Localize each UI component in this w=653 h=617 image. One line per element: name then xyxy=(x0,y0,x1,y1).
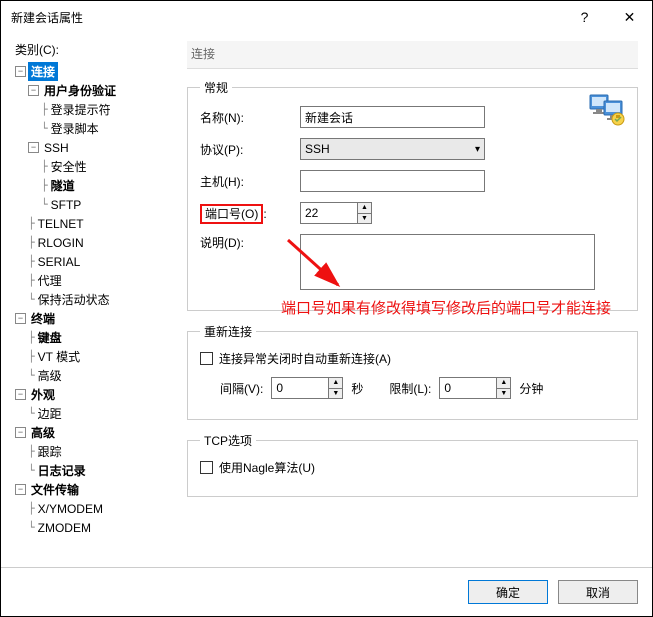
label-sec: 秒 xyxy=(351,380,363,397)
category-label: 类别(C): xyxy=(15,41,171,58)
tree-log[interactable]: 日志记录 xyxy=(35,461,89,480)
cancel-button[interactable]: 取消 xyxy=(558,580,638,604)
tree-trace[interactable]: 跟踪 xyxy=(35,442,65,461)
panel-title: 连接 xyxy=(187,41,638,69)
tree-login-prompt[interactable]: 登录提示符 xyxy=(48,100,114,119)
tree-toggle[interactable]: − xyxy=(28,142,39,153)
nagle-label: 使用Nagle算法(U) xyxy=(219,459,315,476)
tree-toggle[interactable]: − xyxy=(15,484,26,495)
label-port: 端口号(O): xyxy=(200,205,300,222)
tree-sftp[interactable]: SFTP xyxy=(48,197,85,213)
label-host: 主机(H): xyxy=(200,173,300,190)
tree-keyboard[interactable]: 键盘 xyxy=(35,328,65,347)
tree-keepalive[interactable]: 保持活动状态 xyxy=(35,290,113,309)
label-limit: 限制(L): xyxy=(389,380,431,397)
tree-zmodem[interactable]: ZMODEM xyxy=(35,520,94,536)
spin-down-icon[interactable]: ▼ xyxy=(329,389,342,399)
group-reconnect: 重新连接 连接异常关闭时自动重新连接(A) 间隔(V): ▲▼ 秒 限制(L):… xyxy=(187,323,638,420)
limit-input[interactable] xyxy=(440,378,496,398)
label-min: 分钟 xyxy=(519,380,543,397)
tree-terminal[interactable]: 终端 xyxy=(28,309,58,328)
label-desc: 说明(D): xyxy=(200,234,300,251)
category-pane: 类别(C): −连接 −用户身份验证 ├登录提示符 └登录脚本 −SSH ├安全… xyxy=(1,33,181,563)
close-button[interactable]: ✕ xyxy=(607,1,652,33)
tree-margin[interactable]: 边距 xyxy=(35,404,65,423)
tree-telnet[interactable]: TELNET xyxy=(35,216,87,232)
label-protocol: 协议(P): xyxy=(200,141,300,158)
tree-toggle[interactable]: − xyxy=(15,427,26,438)
window-title: 新建会话属性 xyxy=(11,9,562,26)
tree-login-script[interactable]: 登录脚本 xyxy=(48,119,102,138)
tree-advanced[interactable]: 高级 xyxy=(35,366,65,385)
host-input[interactable] xyxy=(300,170,485,192)
protocol-value: SSH xyxy=(305,142,330,156)
spin-down-icon[interactable]: ▼ xyxy=(358,214,371,224)
group-tcp: TCP选项 使用Nagle算法(U) xyxy=(187,432,638,497)
settings-pane: 连接 常规 名称(N): 协议(P) xyxy=(181,33,652,563)
group-general: 常规 名称(N): 协议(P): SSH ▾ 主机(H): 端口号(O): xyxy=(187,79,638,311)
spin-down-icon[interactable]: ▼ xyxy=(497,389,510,399)
tree-toggle[interactable]: − xyxy=(15,66,26,77)
tree-auth[interactable]: 用户身份验证 xyxy=(41,81,119,100)
nagle-checkbox[interactable] xyxy=(200,461,213,474)
spin-up-icon[interactable]: ▲ xyxy=(329,378,342,389)
label-name: 名称(N): xyxy=(200,109,300,126)
tree-ssh[interactable]: SSH xyxy=(41,140,72,156)
button-bar: 确定 取消 xyxy=(468,580,638,604)
limit-spinner[interactable]: ▲▼ xyxy=(439,377,511,399)
protocol-select[interactable]: SSH ▾ xyxy=(300,138,485,160)
tree-security[interactable]: 安全性 xyxy=(48,157,90,176)
legend-general: 常规 xyxy=(200,79,232,96)
tree-filetransfer[interactable]: 文件传输 xyxy=(28,480,82,499)
reconnect-label: 连接异常关闭时自动重新连接(A) xyxy=(219,350,391,367)
chevron-down-icon: ▾ xyxy=(475,144,484,155)
tree-serial[interactable]: SERIAL xyxy=(35,254,84,270)
tree-toggle[interactable]: − xyxy=(28,85,39,96)
tree-connection[interactable]: 连接 xyxy=(28,62,58,81)
port-input[interactable] xyxy=(301,203,357,223)
tree-rlogin[interactable]: RLOGIN xyxy=(35,235,87,251)
titlebar: 新建会话属性 ? ✕ xyxy=(1,1,652,33)
name-input[interactable] xyxy=(300,106,485,128)
legend-tcp: TCP选项 xyxy=(200,432,256,449)
tree-toggle[interactable]: − xyxy=(15,313,26,324)
tree-tunnel[interactable]: 隧道 xyxy=(48,176,78,195)
tree-xymodem[interactable]: X/YMODEM xyxy=(35,501,106,517)
tree-advanced2[interactable]: 高级 xyxy=(28,423,58,442)
tree-toggle[interactable]: − xyxy=(15,389,26,400)
reconnect-checkbox[interactable] xyxy=(200,352,213,365)
tree-appearance[interactable]: 外观 xyxy=(28,385,58,404)
desc-textarea[interactable] xyxy=(300,234,595,290)
tree-proxy[interactable]: 代理 xyxy=(35,271,65,290)
category-tree: −连接 −用户身份验证 ├登录提示符 └登录脚本 −SSH ├安全性 ├隧道 └… xyxy=(15,62,171,537)
spin-up-icon[interactable]: ▲ xyxy=(358,203,371,214)
label-interval: 间隔(V): xyxy=(220,380,263,397)
help-button[interactable]: ? xyxy=(562,1,607,33)
port-spinner[interactable]: ▲▼ xyxy=(300,202,372,224)
tree-vt[interactable]: VT 模式 xyxy=(35,347,83,366)
ok-button[interactable]: 确定 xyxy=(468,580,548,604)
legend-reconnect: 重新连接 xyxy=(200,323,256,340)
interval-input[interactable] xyxy=(272,378,328,398)
spin-up-icon[interactable]: ▲ xyxy=(497,378,510,389)
interval-spinner[interactable]: ▲▼ xyxy=(271,377,343,399)
